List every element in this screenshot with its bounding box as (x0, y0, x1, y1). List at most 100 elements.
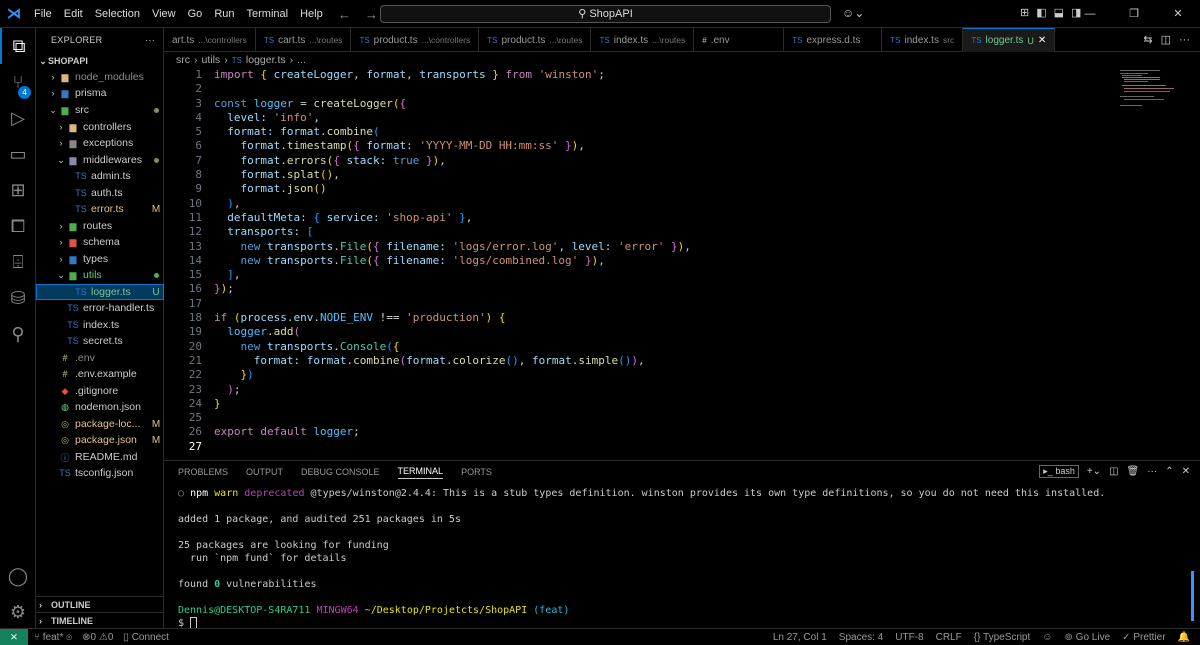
prettier-status[interactable]: ✓ Prettier (1122, 632, 1165, 643)
maximize-panel-icon[interactable]: ⌃ (1165, 466, 1173, 477)
remote-indicator-icon[interactable]: ⨯ (0, 628, 28, 645)
tree-item-readme[interactable]: ⓘ README.md (36, 449, 164, 465)
restore-icon[interactable]: ❐ (1112, 0, 1156, 28)
more-actions-icon[interactable]: ··· (145, 35, 155, 45)
close-tab-icon[interactable]: ✕ (1038, 35, 1046, 46)
account-icon[interactable]: ◯ (0, 558, 36, 594)
terminal-output[interactable]: ○ npm warn deprecated @types/winston@2.4… (178, 487, 1105, 630)
close-window-icon[interactable]: ✕ (1156, 0, 1200, 28)
indentation[interactable]: Spaces: 4 (839, 632, 883, 643)
minimize-icon[interactable]: — (1068, 0, 1112, 28)
trash-icon[interactable]: 🗑 (1127, 466, 1140, 477)
menu-help[interactable]: Help (294, 0, 329, 28)
copilot-icon[interactable]: ☺⌄ (842, 6, 864, 20)
tree-item-package-json[interactable]: ◎ package.json M (36, 432, 164, 448)
breadcrumb-file[interactable]: logger.ts (246, 54, 286, 66)
tree-item-logger-ts[interactable]: TS logger.ts U (36, 284, 164, 300)
tree-item-exceptions[interactable]: › ▆ exceptions (36, 135, 164, 151)
search-panel-icon[interactable]: ⚲ (0, 316, 36, 352)
breadcrumb-utils[interactable]: utils (202, 54, 221, 66)
menu-run[interactable]: Run (208, 0, 240, 28)
code-editor[interactable]: 1 2 3 4 5 6 7 8 9 10 11 12 13 14 15 16 17 18 19 20 21 22 23 24 2… (164, 68, 1200, 460)
copilot-status-icon[interactable]: ☺ (1042, 632, 1052, 643)
terminal-shell-selector[interactable]: ▸_ bash (1039, 465, 1079, 478)
customize-layout-icon[interactable]: ⊞ (1020, 6, 1029, 19)
tab-cart-routes[interactable]: TS cart.ts ...\routes (256, 28, 352, 52)
run-debug-icon[interactable]: ▷ (0, 100, 36, 136)
tab-problems[interactable]: PROBLEMS (178, 467, 228, 477)
tree-item-controllers[interactable]: › ▆ controllers (36, 119, 164, 135)
menu-terminal[interactable]: Terminal (241, 0, 295, 28)
tab-logger-ts[interactable]: TS logger.ts U ✕ (963, 28, 1056, 52)
tree-item-gitignore[interactable]: ◆ .gitignore (36, 383, 164, 399)
breadcrumb-src[interactable]: src (176, 54, 190, 66)
tree-item-src[interactable]: ⌄ ▆ src (36, 102, 164, 118)
toggle-panel-icon[interactable]: ⬓ (1054, 6, 1064, 19)
split-terminal-icon[interactable]: ◫ (1109, 466, 1118, 477)
more-actions-icon[interactable]: ··· (1179, 34, 1190, 46)
extensions-icon[interactable]: ⊞ (0, 172, 36, 208)
tree-item-index-ts[interactable]: TS index.ts (36, 317, 164, 333)
tree-item-env-example[interactable]: # .env.example (36, 366, 164, 382)
close-panel-icon[interactable]: ✕ (1182, 466, 1190, 477)
settings-gear-icon[interactable]: ⚙ (0, 594, 36, 630)
forward-arrow-icon[interactable]: → (365, 7, 378, 22)
tree-item-types[interactable]: › ▆ types (36, 251, 164, 267)
tree-item-env[interactable]: # .env (36, 350, 164, 366)
go-live-button[interactable]: ⊚ Go Live (1065, 632, 1111, 643)
tab-terminal[interactable]: TERMINAL (397, 466, 444, 479)
docker-icon[interactable]: ⌹ (0, 244, 36, 280)
language-mode[interactable]: {} TypeScript (974, 632, 1031, 643)
menu-edit[interactable]: Edit (58, 0, 89, 28)
tab-output[interactable]: OUTPUT (246, 467, 283, 477)
tree-item-tsconfig[interactable]: TS tsconfig.json (36, 465, 164, 481)
database-icon[interactable]: ⛁ (0, 280, 36, 316)
tab-env[interactable]: # .env (694, 28, 785, 52)
line-ending[interactable]: CRLF (936, 632, 962, 643)
tree-item-admin-ts[interactable]: TS admin.ts (36, 168, 164, 184)
menu-selection[interactable]: Selection (89, 0, 146, 28)
tree-item-routes[interactable]: › ▆ routes (36, 218, 164, 234)
tab-cart-controller[interactable]: art.ts ...\controllers (164, 28, 256, 52)
outline-section[interactable]: › OUTLINE (36, 596, 164, 612)
minimap[interactable] (1120, 70, 1180, 110)
tree-item-error-handler-ts[interactable]: TS error-handler.ts (36, 300, 164, 316)
compare-changes-icon[interactable]: ⇆ (1143, 33, 1152, 46)
explorer-icon[interactable]: ⧉ (0, 28, 36, 64)
tab-express-d-ts[interactable]: TS express.d.ts (784, 28, 883, 52)
source-control-icon[interactable]: ⑂ 4 (0, 64, 36, 100)
cursor-position[interactable]: Ln 27, Col 1 (773, 632, 827, 643)
tree-item-auth-ts[interactable]: TS auth.ts (36, 185, 164, 201)
tree-item-package-lock[interactable]: ◎ package-loc... M (36, 416, 164, 432)
command-center-search[interactable]: ⚲ ShopAPI (380, 5, 831, 23)
terminal-scrollbar[interactable] (1191, 571, 1194, 621)
tree-item-error-ts[interactable]: TS error.ts M (36, 201, 164, 217)
tree-item-nodemon-json[interactable]: ◍ nodemon.json (36, 399, 164, 415)
tree-item-secret-ts[interactable]: TS secret.ts (36, 333, 164, 349)
tree-item-utils[interactable]: ⌄ ▆ utils (36, 267, 164, 283)
connect-status[interactable]: ▯ Connect (123, 632, 169, 643)
tab-index-src[interactable]: TS index.ts src (882, 28, 964, 52)
tree-item-middlewares[interactable]: ⌄ ▆ middlewares (36, 152, 164, 168)
testing-icon[interactable]: ⧠ (0, 208, 36, 244)
branch-status[interactable]: ⑂ feat* ⊚ (34, 632, 72, 643)
menu-file[interactable]: File (28, 0, 58, 28)
split-editor-icon[interactable]: ◫ (1161, 33, 1171, 46)
breadcrumb-symbol[interactable]: ... (297, 54, 306, 66)
problems-status[interactable]: ⊗0 ⚠0 (82, 632, 113, 643)
project-root[interactable]: ⌄ SHOPAPI (36, 53, 164, 69)
new-terminal-icon[interactable]: +⌄ (1087, 466, 1101, 477)
tree-item-schema[interactable]: › ▆ schema (36, 234, 164, 250)
tree-item-prisma[interactable]: › ▆ prisma (36, 85, 164, 101)
tree-item-node-modules[interactable]: › ▆ node_modules (36, 69, 164, 85)
menu-view[interactable]: View (146, 0, 182, 28)
menu-go[interactable]: Go (182, 0, 209, 28)
timeline-section[interactable]: › TIMELINE (36, 612, 164, 628)
tab-product-routes[interactable]: TS product.ts ...\routes (479, 28, 592, 52)
tab-debug-console[interactable]: DEBUG CONSOLE (301, 467, 380, 477)
more-actions-icon[interactable]: ··· (1147, 466, 1157, 477)
tab-product-controller[interactable]: TS product.ts ...\controllers (351, 28, 480, 52)
encoding[interactable]: UTF-8 (895, 632, 923, 643)
tab-ports[interactable]: PORTS (461, 467, 492, 477)
toggle-sidebar-icon[interactable]: ◧ (1036, 6, 1046, 19)
